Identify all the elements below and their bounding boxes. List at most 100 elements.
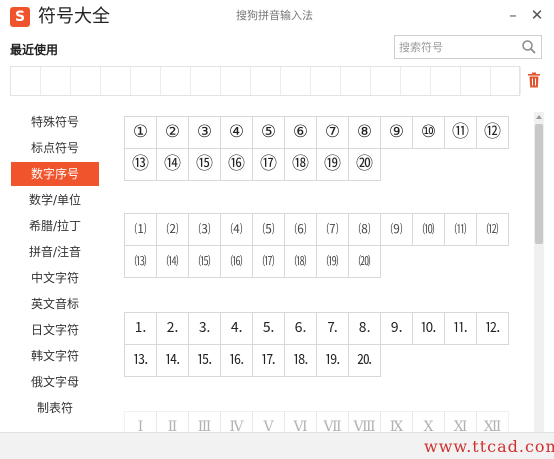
symbol-cell[interactable]: ⒊ <box>188 312 221 345</box>
symbol-cell[interactable]: ⑿ <box>476 213 509 246</box>
symbol-cell[interactable]: ⑾ <box>444 213 477 246</box>
symbol-cell[interactable]: ⒔ <box>124 344 157 377</box>
symbol-cell[interactable]: ⒚ <box>316 344 349 377</box>
symbol-cell[interactable]: ⑽ <box>412 213 445 246</box>
symbol-cell[interactable]: ⒖ <box>188 344 221 377</box>
symbol-cell[interactable]: ⒁ <box>156 245 189 278</box>
recent-slot[interactable] <box>491 67 521 95</box>
symbol-cell[interactable]: ⒒ <box>444 312 477 345</box>
recent-slot[interactable] <box>161 67 191 95</box>
symbol-cell[interactable]: ⑬ <box>124 148 157 181</box>
symbol-cell[interactable]: ⒌ <box>252 312 285 345</box>
scrollbar[interactable] <box>534 112 544 432</box>
symbol-cell[interactable]: ⑮ <box>188 148 221 181</box>
recent-slot[interactable] <box>131 67 161 95</box>
symbol-cell[interactable]: ⑼ <box>380 213 413 246</box>
sidebar-item[interactable]: 俄文字母 <box>11 370 99 394</box>
sidebar-item[interactable]: 希腊/拉丁 <box>11 214 99 238</box>
symbol-cell[interactable]: ⑱ <box>284 148 317 181</box>
sidebar-item[interactable]: 中文字符 <box>11 266 99 290</box>
symbol-cell[interactable]: ② <box>156 116 189 149</box>
search-icon[interactable] <box>521 39 537 55</box>
recent-slot[interactable] <box>281 67 311 95</box>
symbol-cell[interactable]: ⒀ <box>124 245 157 278</box>
symbol-cell[interactable]: ⑪ <box>444 116 477 149</box>
symbol-cell[interactable]: ⑯ <box>220 148 253 181</box>
recent-slot[interactable] <box>251 67 281 95</box>
recent-slot[interactable] <box>431 67 461 95</box>
sidebar-item[interactable]: 制表符 <box>11 396 99 420</box>
symbol-cell[interactable]: ④ <box>220 116 253 149</box>
symbol-cell[interactable]: Ⅱ <box>156 411 189 432</box>
sidebar-item[interactable]: 数学/单位 <box>11 188 99 212</box>
recent-slot[interactable] <box>311 67 341 95</box>
symbol-cell[interactable]: ⒈ <box>124 312 157 345</box>
symbol-cell[interactable]: ⒓ <box>476 312 509 345</box>
symbol-cell[interactable]: Ⅶ <box>316 411 349 432</box>
symbol-cell[interactable]: ③ <box>188 116 221 149</box>
sidebar-item[interactable]: 英文音标 <box>11 292 99 316</box>
symbol-cell[interactable]: ⒂ <box>188 245 221 278</box>
symbol-cell[interactable]: ⒃ <box>220 245 253 278</box>
recent-slot[interactable] <box>371 67 401 95</box>
sidebar-item[interactable]: 特殊符号 <box>11 110 99 134</box>
close-icon[interactable]: ✕ <box>527 5 547 25</box>
symbol-cell[interactable]: ⑸ <box>252 213 285 246</box>
symbol-cell[interactable]: ⑺ <box>316 213 349 246</box>
recent-slot[interactable] <box>401 67 431 95</box>
symbol-cell[interactable]: Ⅲ <box>188 411 221 432</box>
symbol-cell[interactable]: Ⅳ <box>220 411 253 432</box>
symbol-cell[interactable]: ⑷ <box>220 213 253 246</box>
symbol-cell[interactable]: Ⅻ <box>476 411 509 432</box>
symbol-cell[interactable]: ⑭ <box>156 148 189 181</box>
symbol-cell[interactable]: Ⅷ <box>348 411 381 432</box>
symbol-cell[interactable]: ⑳ <box>348 148 381 181</box>
sidebar-item[interactable]: 韩文字符 <box>11 344 99 368</box>
symbol-cell[interactable]: ⒕ <box>156 344 189 377</box>
symbol-cell[interactable]: ⑻ <box>348 213 381 246</box>
symbol-cell[interactable]: ⒅ <box>284 245 317 278</box>
recent-slot[interactable] <box>41 67 71 95</box>
symbol-cell[interactable]: ⒇ <box>348 245 381 278</box>
symbol-cell[interactable]: ⑥ <box>284 116 317 149</box>
trash-icon[interactable] <box>527 72 541 88</box>
search-box[interactable] <box>394 35 542 59</box>
symbol-cell[interactable]: ⒙ <box>284 344 317 377</box>
symbol-cell[interactable]: ⒑ <box>412 312 445 345</box>
symbol-cell[interactable]: ⒐ <box>380 312 413 345</box>
recent-slot[interactable] <box>101 67 131 95</box>
symbol-cell[interactable]: ⒘ <box>252 344 285 377</box>
sidebar-item[interactable]: 数字序号 <box>11 162 99 186</box>
symbol-cell[interactable]: ⑫ <box>476 116 509 149</box>
symbol-cell[interactable]: Ⅺ <box>444 411 477 432</box>
symbol-cell[interactable]: ⒎ <box>316 312 349 345</box>
symbol-cell[interactable]: ⑹ <box>284 213 317 246</box>
symbol-cell[interactable]: ⒉ <box>156 312 189 345</box>
recent-slot[interactable] <box>221 67 251 95</box>
symbol-cell[interactable]: ⒄ <box>252 245 285 278</box>
symbol-cell[interactable]: ⑩ <box>412 116 445 149</box>
symbol-cell[interactable]: ⑧ <box>348 116 381 149</box>
symbol-cell[interactable]: ⑴ <box>124 213 157 246</box>
symbol-cell[interactable]: ⑵ <box>156 213 189 246</box>
symbol-cell[interactable]: Ⅹ <box>412 411 445 432</box>
minimize-icon[interactable]: – <box>503 5 523 25</box>
symbol-cell[interactable]: Ⅵ <box>284 411 317 432</box>
sidebar-item[interactable]: 标点符号 <box>11 136 99 160</box>
symbol-cell[interactable]: ⑲ <box>316 148 349 181</box>
recent-slot[interactable] <box>191 67 221 95</box>
recent-slot[interactable] <box>11 67 41 95</box>
recent-slot[interactable] <box>461 67 491 95</box>
symbol-cell[interactable]: ⑨ <box>380 116 413 149</box>
symbol-cell[interactable]: ⒆ <box>316 245 349 278</box>
search-input[interactable] <box>399 38 517 56</box>
symbol-cell[interactable]: ⑰ <box>252 148 285 181</box>
scroll-thumb[interactable] <box>535 124 543 244</box>
symbol-cell[interactable]: Ⅴ <box>252 411 285 432</box>
symbol-cell[interactable]: ⒍ <box>284 312 317 345</box>
sidebar-item[interactable]: 日文字符 <box>11 318 99 342</box>
symbol-cell[interactable]: ⒋ <box>220 312 253 345</box>
scroll-up-icon[interactable] <box>534 112 544 122</box>
symbol-cell[interactable]: ⒏ <box>348 312 381 345</box>
symbol-cell[interactable]: ① <box>124 116 157 149</box>
